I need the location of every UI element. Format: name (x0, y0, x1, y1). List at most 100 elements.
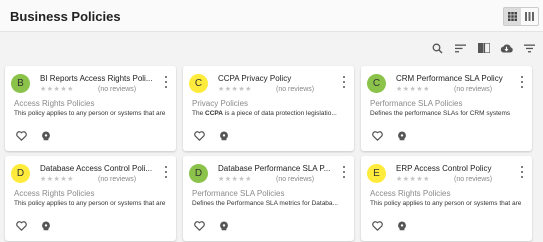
policy-card[interactable]: E ERP Access Control Policy ★★★★★ (no re… (361, 156, 532, 241)
insight-button[interactable] (396, 130, 408, 142)
bulb-icon (220, 131, 228, 140)
bulb-icon (42, 221, 50, 230)
more-options-button[interactable] (518, 166, 526, 178)
insight-button[interactable] (218, 220, 230, 232)
card-actions (193, 130, 230, 142)
more-vert-icon (165, 76, 167, 78)
card-actions (371, 130, 408, 142)
more-options-button[interactable] (340, 166, 348, 178)
heart-icon (371, 221, 383, 231)
heart-icon (15, 131, 27, 141)
more-vert-icon (521, 166, 523, 168)
library-icon (477, 43, 490, 53)
insight-button[interactable] (40, 130, 52, 142)
card-title[interactable]: ERP Access Control Policy (396, 164, 517, 173)
card-category: Access Rights Policies (14, 99, 95, 108)
more-options-button[interactable] (162, 76, 170, 88)
filter-icon (524, 44, 535, 52)
rating-stars: ★★★★★ (396, 86, 430, 93)
heart-icon (15, 221, 27, 231)
favorite-button[interactable] (371, 130, 383, 142)
policy-card[interactable]: D Database Performance SLA P... ★★★★★ (n… (183, 156, 354, 241)
bulb-icon (220, 221, 228, 230)
card-category: Privacy Policies (192, 99, 249, 108)
search-icon (432, 43, 443, 53)
more-vert-icon (165, 166, 167, 168)
heart-icon (371, 131, 383, 141)
card-actions (15, 220, 52, 232)
policy-cards: B BI Reports Access Rights Poli... ★★★★★… (5, 66, 538, 241)
avatar-letter: B (17, 78, 24, 89)
card-actions (193, 220, 230, 232)
heart-icon (193, 131, 205, 141)
favorite-button[interactable] (371, 220, 383, 232)
download-button[interactable] (495, 40, 518, 56)
review-count: (no reviews) (276, 176, 315, 183)
rating-stars: ★★★★★ (40, 176, 74, 183)
favorite-button[interactable] (15, 130, 27, 142)
avatar: B (11, 74, 30, 93)
policy-card[interactable]: C CRM Performance SLA Policy ★★★★★ (no r… (361, 66, 532, 151)
review-count: (no reviews) (98, 176, 137, 183)
card-category: Access Rights Policies (370, 189, 451, 198)
page-header: Business Policies (0, 0, 543, 32)
avatar: D (189, 164, 208, 183)
library-button[interactable] (472, 40, 495, 56)
rating-stars: ★★★★★ (218, 86, 252, 93)
review-count: (no reviews) (454, 176, 493, 183)
card-title[interactable]: Database Performance SLA P... (218, 164, 339, 173)
card-title[interactable]: BI Reports Access Rights Poli... (40, 74, 161, 83)
more-vert-icon (343, 76, 345, 78)
avatar: E (367, 164, 386, 183)
cloud-download-icon (500, 44, 513, 53)
search-button[interactable] (426, 40, 449, 56)
insight-button[interactable] (396, 220, 408, 232)
avatar-letter: C (372, 78, 381, 89)
bulb-icon (398, 131, 406, 140)
policy-card[interactable]: C CCPA Privacy Policy ★★★★★ (no reviews)… (183, 66, 354, 151)
insight-button[interactable] (218, 130, 230, 142)
card-title[interactable]: CCPA Privacy Policy (218, 74, 339, 83)
filter-button[interactable] (518, 40, 541, 56)
avatar: D (11, 164, 30, 183)
more-options-button[interactable] (518, 76, 526, 88)
policy-card[interactable]: B BI Reports Access Rights Poli... ★★★★★… (5, 66, 176, 151)
avatar: C (367, 74, 386, 93)
card-title[interactable]: CRM Performance SLA Policy (396, 74, 517, 83)
card-category: Access Rights Policies (14, 189, 95, 198)
card-actions (371, 220, 408, 232)
card-category: Performance SLA Policies (370, 99, 463, 108)
list-view-button[interactable] (521, 8, 538, 25)
card-description: This policy applies to any person or sys… (370, 200, 522, 207)
grid-icon (508, 12, 517, 21)
more-options-button[interactable] (340, 76, 348, 88)
card-description: This policy applies to any person or sys… (14, 200, 166, 207)
card-description: The CCPA is a piece of data protection l… (192, 110, 337, 117)
bulb-icon (42, 131, 50, 140)
rating-stars: ★★★★★ (218, 176, 252, 183)
card-category: Performance SLA Policies (192, 189, 285, 198)
heart-icon (193, 221, 205, 231)
policy-card[interactable]: D Database Access Control Poli... ★★★★★ … (5, 156, 176, 241)
more-vert-icon (343, 166, 345, 168)
favorite-button[interactable] (193, 220, 205, 232)
sort-icon (455, 44, 466, 52)
avatar-letter: D (16, 168, 25, 179)
insight-button[interactable] (40, 220, 52, 232)
rating-stars: ★★★★★ (40, 86, 74, 93)
review-count: (no reviews) (276, 86, 315, 93)
review-count: (no reviews) (454, 86, 493, 93)
card-description: Defines the performance SLAs for CRM sys… (370, 110, 511, 117)
page-title: Business Policies (10, 9, 121, 24)
more-vert-icon (521, 76, 523, 78)
sort-button[interactable] (449, 40, 472, 56)
more-options-button[interactable] (162, 166, 170, 178)
favorite-button[interactable] (15, 220, 27, 232)
grid-view-button[interactable] (504, 8, 521, 25)
avatar-letter: D (194, 168, 203, 179)
view-toggle (503, 7, 539, 26)
avatar-letter: C (194, 78, 203, 89)
card-description: Defines the Performance SLA metrics for … (192, 200, 338, 207)
card-title[interactable]: Database Access Control Poli... (40, 164, 161, 173)
favorite-button[interactable] (193, 130, 205, 142)
